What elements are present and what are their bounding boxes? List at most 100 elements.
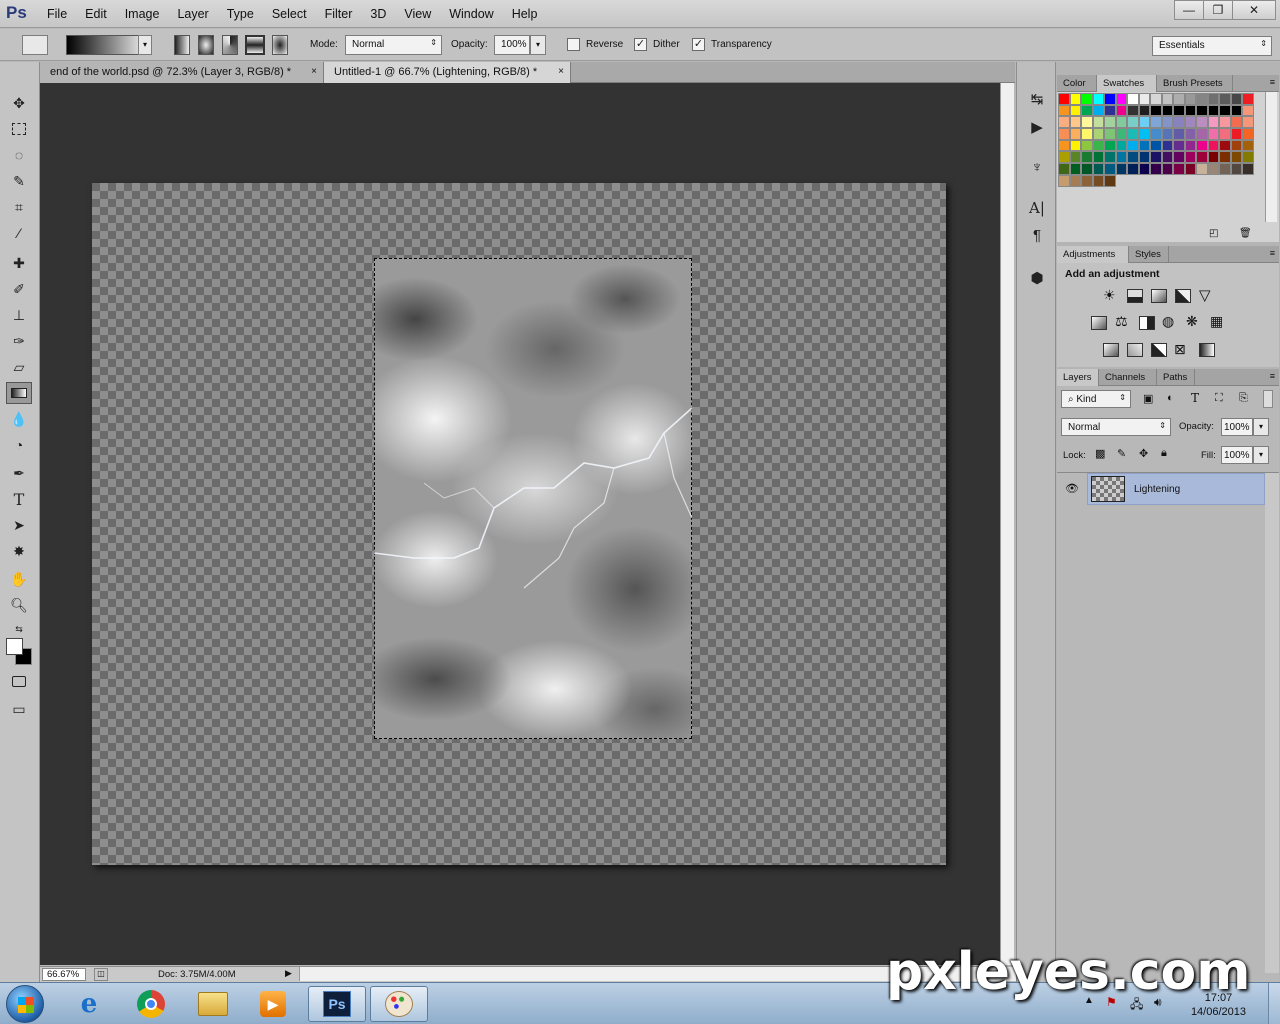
menu-edit[interactable]: Edit: [76, 7, 116, 21]
menu-type[interactable]: Type: [218, 7, 263, 21]
panel-menu-icon[interactable]: ≡: [1270, 248, 1275, 258]
invert-icon[interactable]: [1103, 343, 1119, 357]
tab-layers[interactable]: Layers: [1057, 369, 1099, 386]
swatch[interactable]: [1138, 93, 1150, 105]
filter-type-icon[interactable]: T: [1191, 391, 1199, 405]
swatch[interactable]: [1069, 93, 1081, 105]
show-desktop-button[interactable]: [1268, 983, 1280, 1024]
history-brush-tool-icon[interactable]: ✑: [6, 330, 32, 352]
swatch[interactable]: [1092, 151, 1104, 164]
brush-tool-icon[interactable]: ✐: [6, 278, 32, 300]
swatch[interactable]: [1196, 163, 1208, 175]
swatch[interactable]: [1242, 93, 1254, 105]
swatch[interactable]: [1081, 163, 1093, 175]
close-tab-icon[interactable]: ×: [558, 66, 564, 77]
reverse-checkbox[interactable]: [567, 38, 580, 51]
swatch[interactable]: [1069, 104, 1081, 117]
swatch[interactable]: [1081, 104, 1093, 117]
linear-gradient-icon[interactable]: [174, 35, 190, 55]
close-tab-icon[interactable]: ×: [311, 66, 317, 77]
radial-gradient-icon[interactable]: [198, 35, 214, 55]
swatch[interactable]: [1196, 104, 1208, 117]
swatch[interactable]: [1219, 128, 1231, 140]
swatch[interactable]: [1184, 93, 1196, 105]
swatch[interactable]: [1242, 104, 1254, 117]
opacity-input[interactable]: 100%: [494, 35, 530, 55]
quick-selection-tool-icon[interactable]: ✎: [6, 170, 32, 192]
taskbar-media-player[interactable]: ▶: [244, 986, 302, 1022]
brush-panel-icon[interactable]: ♆: [1025, 156, 1049, 178]
swatch[interactable]: [1115, 163, 1127, 175]
menu-file[interactable]: File: [38, 7, 76, 21]
new-swatch-icon[interactable]: ◰: [1209, 228, 1218, 239]
swatch[interactable]: [1150, 93, 1162, 105]
swatch[interactable]: [1150, 151, 1162, 164]
channel-mixer-icon[interactable]: ❋: [1186, 313, 1198, 330]
swatch[interactable]: [1230, 163, 1242, 175]
swatch[interactable]: [1207, 104, 1219, 117]
swatch[interactable]: [1207, 116, 1219, 129]
swatch[interactable]: [1230, 93, 1242, 105]
swatch[interactable]: [1150, 139, 1162, 152]
swatch[interactable]: [1092, 116, 1104, 129]
fill-input[interactable]: 100%: [1221, 446, 1253, 464]
filter-smart-object-icon[interactable]: ⎘: [1239, 392, 1248, 405]
history-panel-icon[interactable]: ↹: [1025, 88, 1049, 110]
swatch[interactable]: [1219, 151, 1231, 164]
exposure-icon[interactable]: [1175, 289, 1191, 303]
tab-swatches[interactable]: Swatches: [1097, 75, 1157, 92]
menu-image[interactable]: Image: [116, 7, 169, 21]
vertical-scrollbar[interactable]: [1000, 83, 1014, 965]
swatch[interactable]: [1161, 116, 1173, 129]
swatch[interactable]: [1184, 104, 1196, 117]
swatches-scrollbar[interactable]: [1265, 92, 1277, 222]
lasso-tool-icon[interactable]: ◌: [6, 144, 32, 166]
swatch[interactable]: [1058, 163, 1070, 175]
swatch[interactable]: [1207, 151, 1219, 164]
swatch[interactable]: [1219, 163, 1231, 175]
swatch[interactable]: [1138, 151, 1150, 164]
swatch[interactable]: [1150, 128, 1162, 140]
pen-tool-icon[interactable]: ✒: [6, 462, 32, 484]
status-menu-arrow-icon[interactable]: ▶: [285, 968, 292, 979]
layer-row-lightening[interactable]: Lightening: [1087, 473, 1265, 505]
layer-thumbnail[interactable]: [1091, 476, 1125, 502]
swatch[interactable]: [1104, 174, 1116, 187]
swatch[interactable]: [1230, 104, 1242, 117]
tab-adjustments[interactable]: Adjustments: [1057, 246, 1129, 263]
swatch[interactable]: [1058, 116, 1070, 129]
swatch[interactable]: [1081, 128, 1093, 140]
fill-chevron-icon[interactable]: ▾: [1253, 446, 1269, 464]
dodge-tool-icon[interactable]: ◔: [6, 434, 32, 456]
taskbar-chrome[interactable]: [122, 986, 180, 1022]
tab-channels[interactable]: Channels: [1099, 369, 1157, 386]
lock-transparent-icon[interactable]: ▩: [1095, 447, 1105, 460]
tab-end-of-the-world[interactable]: end of the world.psd @ 72.3% (Layer 3, R…: [40, 62, 324, 83]
menu-help[interactable]: Help: [503, 7, 547, 21]
reflected-gradient-icon[interactable]: [245, 35, 265, 55]
tab-untitled-1[interactable]: Untitled-1 @ 66.7% (Lightening, RGB/8) *…: [324, 62, 571, 83]
swatch[interactable]: [1230, 128, 1242, 140]
swatch[interactable]: [1196, 93, 1208, 105]
lock-pixels-icon[interactable]: ✎: [1117, 447, 1126, 460]
swatch[interactable]: [1161, 151, 1173, 164]
swatch[interactable]: [1058, 151, 1070, 164]
swatch[interactable]: [1069, 163, 1081, 175]
swatch[interactable]: [1219, 93, 1231, 105]
swatch[interactable]: [1150, 116, 1162, 129]
taskbar-photoshop[interactable]: Ps: [308, 986, 366, 1022]
curves-icon[interactable]: [1151, 289, 1167, 303]
swatch[interactable]: [1173, 93, 1185, 105]
swatch[interactable]: [1104, 163, 1116, 175]
menu-3d[interactable]: 3D: [361, 7, 395, 21]
swatch[interactable]: [1207, 139, 1219, 152]
black-white-icon[interactable]: [1139, 316, 1155, 330]
path-selection-tool-icon[interactable]: ➤: [6, 514, 32, 536]
swatch[interactable]: [1138, 163, 1150, 175]
angle-gradient-icon[interactable]: [222, 35, 238, 55]
swatch[interactable]: [1161, 163, 1173, 175]
swatch[interactable]: [1127, 128, 1139, 140]
delete-swatch-icon[interactable]: 🗑︎: [1239, 228, 1252, 239]
swatch[interactable]: [1115, 116, 1127, 129]
swatch[interactable]: [1207, 93, 1219, 105]
